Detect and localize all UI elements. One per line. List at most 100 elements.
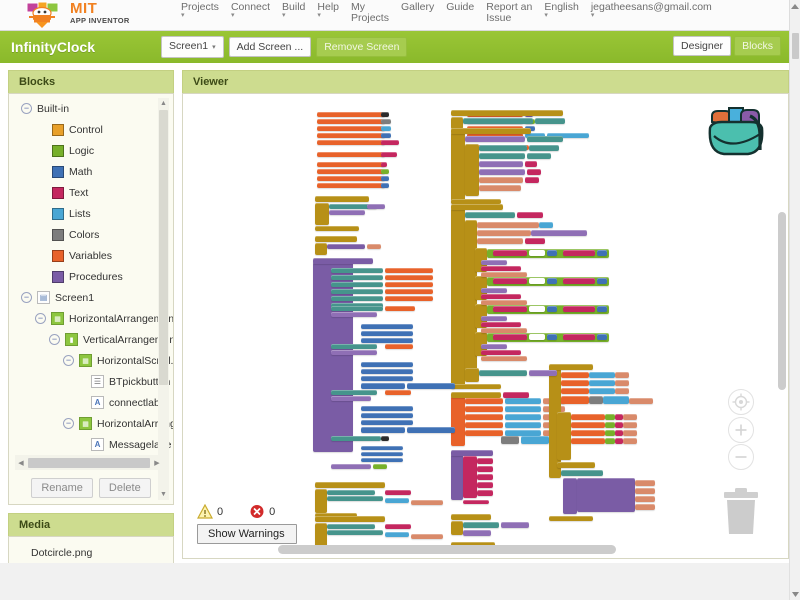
variable-set-block[interactable] <box>561 396 589 404</box>
component-get-block[interactable] <box>481 288 507 293</box>
tree-node-verticalarrangement[interactable]: − ▮ VerticalArrangemen <box>9 329 159 350</box>
text-join-footer[interactable] <box>463 500 489 504</box>
variable-get-block[interactable] <box>385 282 433 287</box>
list-block[interactable] <box>603 396 629 404</box>
component-get-block[interactable] <box>531 230 587 236</box>
text-block[interactable] <box>563 334 595 340</box>
variable-set-block[interactable] <box>571 430 605 436</box>
component-set-block[interactable] <box>463 118 533 124</box>
variable-set-block[interactable] <box>465 406 503 412</box>
text-block[interactable] <box>481 350 521 355</box>
text-block[interactable] <box>527 169 541 175</box>
variable-init-block[interactable] <box>317 140 385 145</box>
math-block[interactable] <box>361 446 403 450</box>
component-call-block[interactable] <box>479 177 523 183</box>
variable-set-block[interactable] <box>571 422 605 428</box>
variable-get-block[interactable] <box>385 296 433 301</box>
variable-get-block[interactable] <box>385 268 433 273</box>
nav-language[interactable]: English▾ <box>538 1 584 19</box>
variable-init-block[interactable] <box>317 162 385 167</box>
variable-set-block[interactable] <box>465 414 503 420</box>
procedure-def-header[interactable] <box>315 236 357 242</box>
bluetooth-handler-header[interactable] <box>451 128 531 134</box>
component-get-block[interactable] <box>529 370 557 376</box>
procedure-def-header[interactable] <box>315 196 369 202</box>
scroll-right-icon[interactable]: ▶ <box>151 459 163 467</box>
text-block[interactable] <box>563 250 595 256</box>
tree-node-horizontalarrangement2[interactable]: − ▦ HorizontalArrang <box>9 413 159 434</box>
math-block[interactable] <box>381 176 389 181</box>
math-block[interactable] <box>547 250 557 256</box>
scroll-up-icon[interactable]: ▲ <box>158 98 169 109</box>
blocks-tree-horizontal-scrollbar[interactable]: ◀ ▶ <box>15 455 163 470</box>
variable-init-block[interactable] <box>317 112 385 117</box>
blocks-tree-vertical-scrollbar[interactable]: ▲ ▼ <box>158 98 169 500</box>
component-call-block[interactable] <box>623 422 637 428</box>
bluetooth-handler-body[interactable] <box>451 132 465 204</box>
scroll-down-icon[interactable] <box>792 591 799 598</box>
procedure-def-footer[interactable] <box>315 226 359 231</box>
list-block[interactable] <box>589 372 615 378</box>
clock-timer-header[interactable] <box>451 110 563 116</box>
page-scroll-up-button[interactable] <box>789 0 800 31</box>
math-block[interactable] <box>361 420 413 425</box>
math-block[interactable] <box>597 250 607 256</box>
zoom-out-button[interactable] <box>728 444 754 470</box>
list-block[interactable] <box>521 436 549 444</box>
component-set-block[interactable] <box>535 118 565 124</box>
text-block[interactable] <box>517 212 543 218</box>
collapse-toggle-icon[interactable]: − <box>21 103 32 114</box>
component-set-block[interactable] <box>331 390 377 395</box>
list-block[interactable] <box>385 532 409 537</box>
component-call-block[interactable] <box>411 534 443 539</box>
text-block[interactable] <box>615 422 623 428</box>
component-call-block[interactable] <box>411 500 443 505</box>
text-block[interactable] <box>385 524 411 529</box>
event-handler-body[interactable] <box>315 489 327 513</box>
variable-stack-body[interactable] <box>451 396 465 446</box>
component-get-block[interactable] <box>331 350 377 355</box>
component-set-block[interactable] <box>479 153 525 159</box>
component-call-block[interactable] <box>623 430 637 436</box>
variable-init-block[interactable] <box>317 183 385 188</box>
component-get-block[interactable] <box>479 169 525 175</box>
text-block[interactable] <box>525 177 539 183</box>
list-block[interactable] <box>381 126 391 131</box>
component-call-block[interactable] <box>629 398 653 404</box>
list-block[interactable] <box>505 414 541 420</box>
screen-selector-dropdown[interactable]: Screen1▾ <box>161 36 224 58</box>
variable-init-block[interactable] <box>317 176 385 181</box>
component-call-block[interactable] <box>635 496 655 502</box>
list-block[interactable] <box>505 422 541 428</box>
math-block[interactable] <box>361 458 403 462</box>
designer-toggle-button[interactable]: Designer <box>673 36 731 56</box>
small-handler-body[interactable] <box>451 521 463 535</box>
procedure-definition-header[interactable] <box>313 258 373 264</box>
blocks-category-text[interactable]: Text <box>9 182 159 203</box>
list-block[interactable] <box>385 498 409 503</box>
text-block[interactable] <box>615 438 623 444</box>
scrollbar-thumb[interactable] <box>792 33 799 59</box>
collapse-toggle-icon[interactable]: − <box>49 334 60 345</box>
component-set-block[interactable] <box>331 275 383 280</box>
variable-init-block[interactable] <box>317 169 385 174</box>
variable-set-block[interactable] <box>561 388 589 394</box>
logic-block[interactable] <box>605 438 615 444</box>
text-block[interactable] <box>615 414 623 420</box>
show-warnings-button[interactable]: Show Warnings <box>197 524 297 544</box>
component-set-block[interactable] <box>465 212 515 218</box>
component-call-block[interactable] <box>615 388 629 394</box>
math-block[interactable] <box>361 413 413 418</box>
text-block[interactable] <box>503 392 529 398</box>
text-join-body[interactable] <box>451 454 463 500</box>
event-handler-header[interactable] <box>315 482 385 488</box>
text-block[interactable] <box>493 250 527 256</box>
trash-icon[interactable] <box>720 484 762 536</box>
component-set-block[interactable] <box>331 296 383 301</box>
color-block[interactable] <box>589 396 603 404</box>
component-call-block[interactable] <box>477 238 523 244</box>
variable-get-block[interactable] <box>385 289 433 294</box>
text-block-dark[interactable] <box>381 112 389 117</box>
text-block[interactable] <box>493 278 527 284</box>
text-block[interactable] <box>525 161 537 167</box>
